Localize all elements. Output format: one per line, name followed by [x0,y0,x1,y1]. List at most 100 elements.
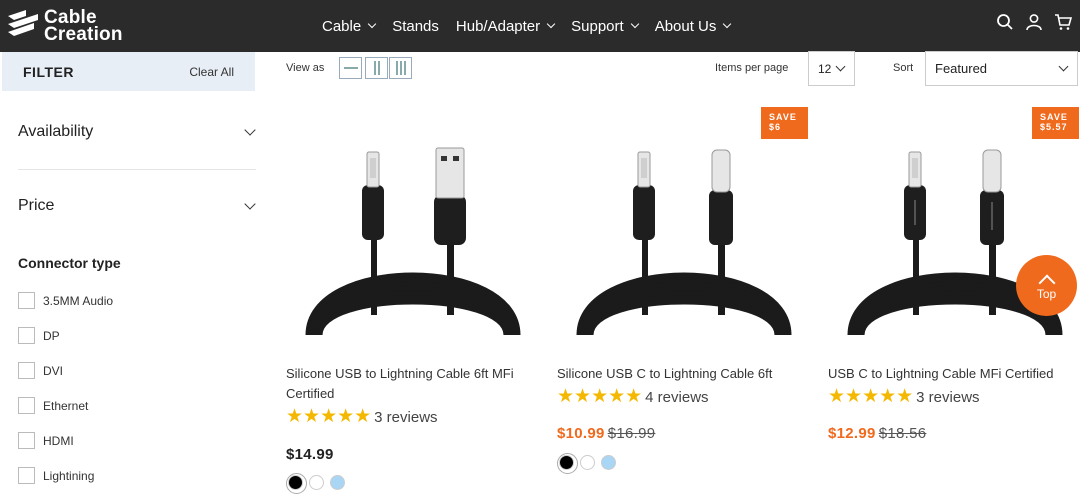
facet-label: Price [18,197,55,214]
list-view-icon [343,67,358,69]
product-title[interactable]: Silicone USB C to Lightning Cable 6ft [557,364,811,384]
star-rating-icon: ★★★★★ [286,406,372,427]
connector-option[interactable]: Lightining [18,467,94,484]
nav-item-label: Stands [392,17,439,35]
sort-value: Featured [935,61,988,76]
checkbox[interactable] [18,292,35,309]
connector-option[interactable]: HDMI [18,432,74,449]
main-nav: Cable Stands Hub/Adapter Support About Us [322,0,747,52]
connector-option-label: DVI [43,363,64,378]
back-to-top-button[interactable]: Top [1016,255,1077,316]
search-icon[interactable] [996,13,1014,31]
brand-line-2: Creation [44,24,123,45]
product-price: $10.99 $16.99 [557,425,655,442]
nav-item-label: Support [571,17,624,35]
chevron-down-icon [1058,61,1069,72]
checkbox[interactable] [18,467,35,484]
nav-item-support[interactable]: Support [571,17,639,35]
current-price: $10.99 [557,425,605,442]
connector-type-heading: Connector type [18,255,121,271]
product-price: $14.99 [286,446,334,463]
chevron-down-icon [367,19,377,29]
color-swatch[interactable] [557,453,578,474]
color-swatch[interactable] [330,475,345,490]
grid-column-icon [403,61,406,75]
product-rating[interactable]: ★★★★★ 3 reviews [286,407,438,427]
header-actions [996,13,1073,31]
nav-item-label: About Us [654,17,717,35]
sort-label: Sort [893,62,914,74]
site-header: Cable Creation Cable Stands Hub/Adapter Sup… [0,0,1080,52]
review-count: 4 reviews [645,388,709,406]
cart-icon[interactable] [1054,13,1073,31]
color-swatch[interactable] [580,455,595,470]
logo-mark-icon [4,6,44,46]
view-grid-2-button[interactable] [365,57,388,79]
grid-column-icon [399,61,402,75]
product-card[interactable]: SAVE $6 Silicone USB C to Lightning Cable… [557,100,817,504]
connector-option[interactable]: 3.5MM Audio [18,292,113,309]
connector-option-label: HDMI [43,433,74,448]
connector-option-label: Lightining [43,468,95,483]
view-list-button[interactable] [339,57,362,79]
cable-illustration [305,147,521,336]
nav-item-hub-adapter[interactable]: Hub/Adapter [455,17,556,35]
connector-option[interactable]: Ethernet [18,397,88,414]
connector-option-label: DP [43,328,60,343]
checkbox[interactable] [18,432,35,449]
product-rating[interactable]: ★★★★★ 3 reviews [828,387,980,407]
nav-item-cable[interactable]: Cable [322,17,377,35]
color-swatches [557,453,616,474]
save-badge: SAVE $5.57 [1032,107,1079,139]
review-count: 3 reviews [374,408,438,426]
items-per-page-value: 12 [818,61,832,76]
facet-label: Availability [18,123,94,140]
facet-divider [18,169,256,170]
connector-option[interactable]: DP [18,327,60,344]
current-price: $14.99 [286,446,334,463]
product-card[interactable]: Silicone USB to Lightning Cable 6ft MFi … [286,100,546,504]
color-swatch[interactable] [286,473,307,494]
chevron-down-icon [630,19,639,29]
product-title[interactable]: Silicone USB to Lightning Cable 6ft MFi … [286,364,540,404]
items-per-page-select[interactable]: 12 [808,51,855,86]
nav-item-label: Hub/Adapter [455,17,541,35]
grid-column-icon [377,61,380,75]
nav-item-label: Cable [322,17,362,35]
connector-option[interactable]: DVI [18,362,63,379]
checkbox[interactable] [18,362,35,379]
facet-availability[interactable]: Availability [18,123,258,141]
original-price: $16.99 [607,425,656,442]
view-grid-3-button[interactable] [389,57,412,79]
nav-item-stands[interactable]: Stands [392,18,439,35]
filter-bar: FILTER Clear All [2,52,255,91]
cable-illustration [576,149,792,336]
items-per-page-label: Items per page [715,62,789,74]
chevron-down-icon [546,19,556,29]
checkbox[interactable] [18,327,35,344]
color-swatch[interactable] [601,455,616,470]
filter-title: FILTER [23,63,74,80]
facet-price[interactable]: Price [18,197,258,215]
clear-all-link[interactable]: Clear All [189,65,234,79]
chevron-down-icon [835,61,846,72]
account-icon[interactable] [1025,13,1043,31]
nav-item-about-us[interactable]: About Us [654,17,732,35]
product-price: $12.99 $18.56 [828,425,926,442]
save-badge: SAVE $6 [761,107,808,139]
product-image[interactable] [557,140,811,340]
product-image[interactable] [286,140,540,340]
product-title[interactable]: USB C to Lightning Cable MFi Certified [828,364,1080,384]
brand-logo[interactable]: Cable Creation [4,4,123,48]
star-rating-icon: ★★★★★ [828,386,914,407]
color-swatches [286,473,345,494]
chevron-down-icon [244,198,256,210]
product-rating[interactable]: ★★★★★ 4 reviews [557,387,709,407]
sort-select[interactable]: Featured [925,51,1078,86]
checkbox[interactable] [18,397,35,414]
color-swatch[interactable] [309,475,324,490]
review-count: 3 reviews [916,388,980,406]
star-rating-icon: ★★★★★ [557,386,643,407]
grid-column-icon [395,61,398,75]
current-price: $12.99 [828,425,876,442]
